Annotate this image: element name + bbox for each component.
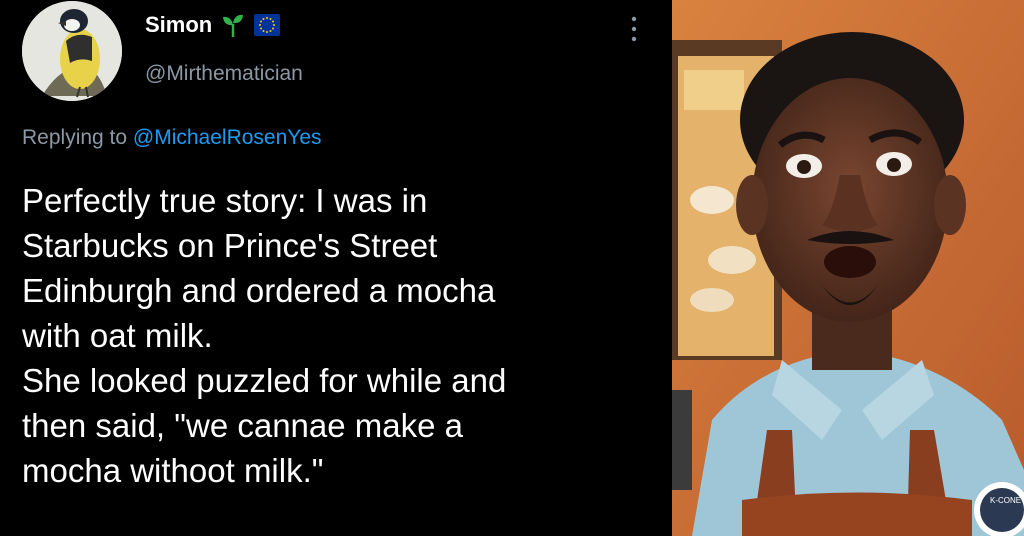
surprised-man-image: K-CONE (672, 0, 1024, 536)
tweet-line: She looked puzzled for while and (22, 362, 507, 399)
tweet-line: Edinburgh and ordered a mocha (22, 272, 496, 309)
avatar[interactable] (22, 1, 122, 101)
tweet-line: then said, "we cannae make a (22, 407, 463, 444)
reply-context: Replying to @MichaelRosenYes (22, 126, 322, 150)
more-options-icon[interactable] (624, 12, 644, 46)
display-name-text[interactable]: Simon (145, 12, 212, 38)
eu-flag-icon (254, 14, 281, 36)
tweet-line: mocha withoot milk." (22, 452, 324, 489)
tweet-line: with oat milk. (22, 317, 213, 354)
tweet-body: Perfectly true story: I was in Starbucks… (22, 178, 662, 493)
tweet-line: Starbucks on Prince's Street (22, 227, 438, 264)
reply-mention-link[interactable]: @MichaelRosenYes (133, 126, 322, 149)
tweet-line: Perfectly true story: I was in (22, 182, 428, 219)
reply-prefix: Replying to (22, 126, 128, 149)
reaction-photo: K-CONE (672, 0, 1024, 536)
user-handle[interactable]: @Mirthematician (145, 62, 303, 86)
tweet-card: Simon @Mirthematician Replying to @Micha… (0, 0, 672, 536)
bird-avatar-icon (22, 1, 122, 101)
user-display-name[interactable]: Simon (145, 12, 281, 38)
apron-badge-text: K-CONE (990, 496, 1021, 505)
sprout-icon (223, 14, 244, 37)
